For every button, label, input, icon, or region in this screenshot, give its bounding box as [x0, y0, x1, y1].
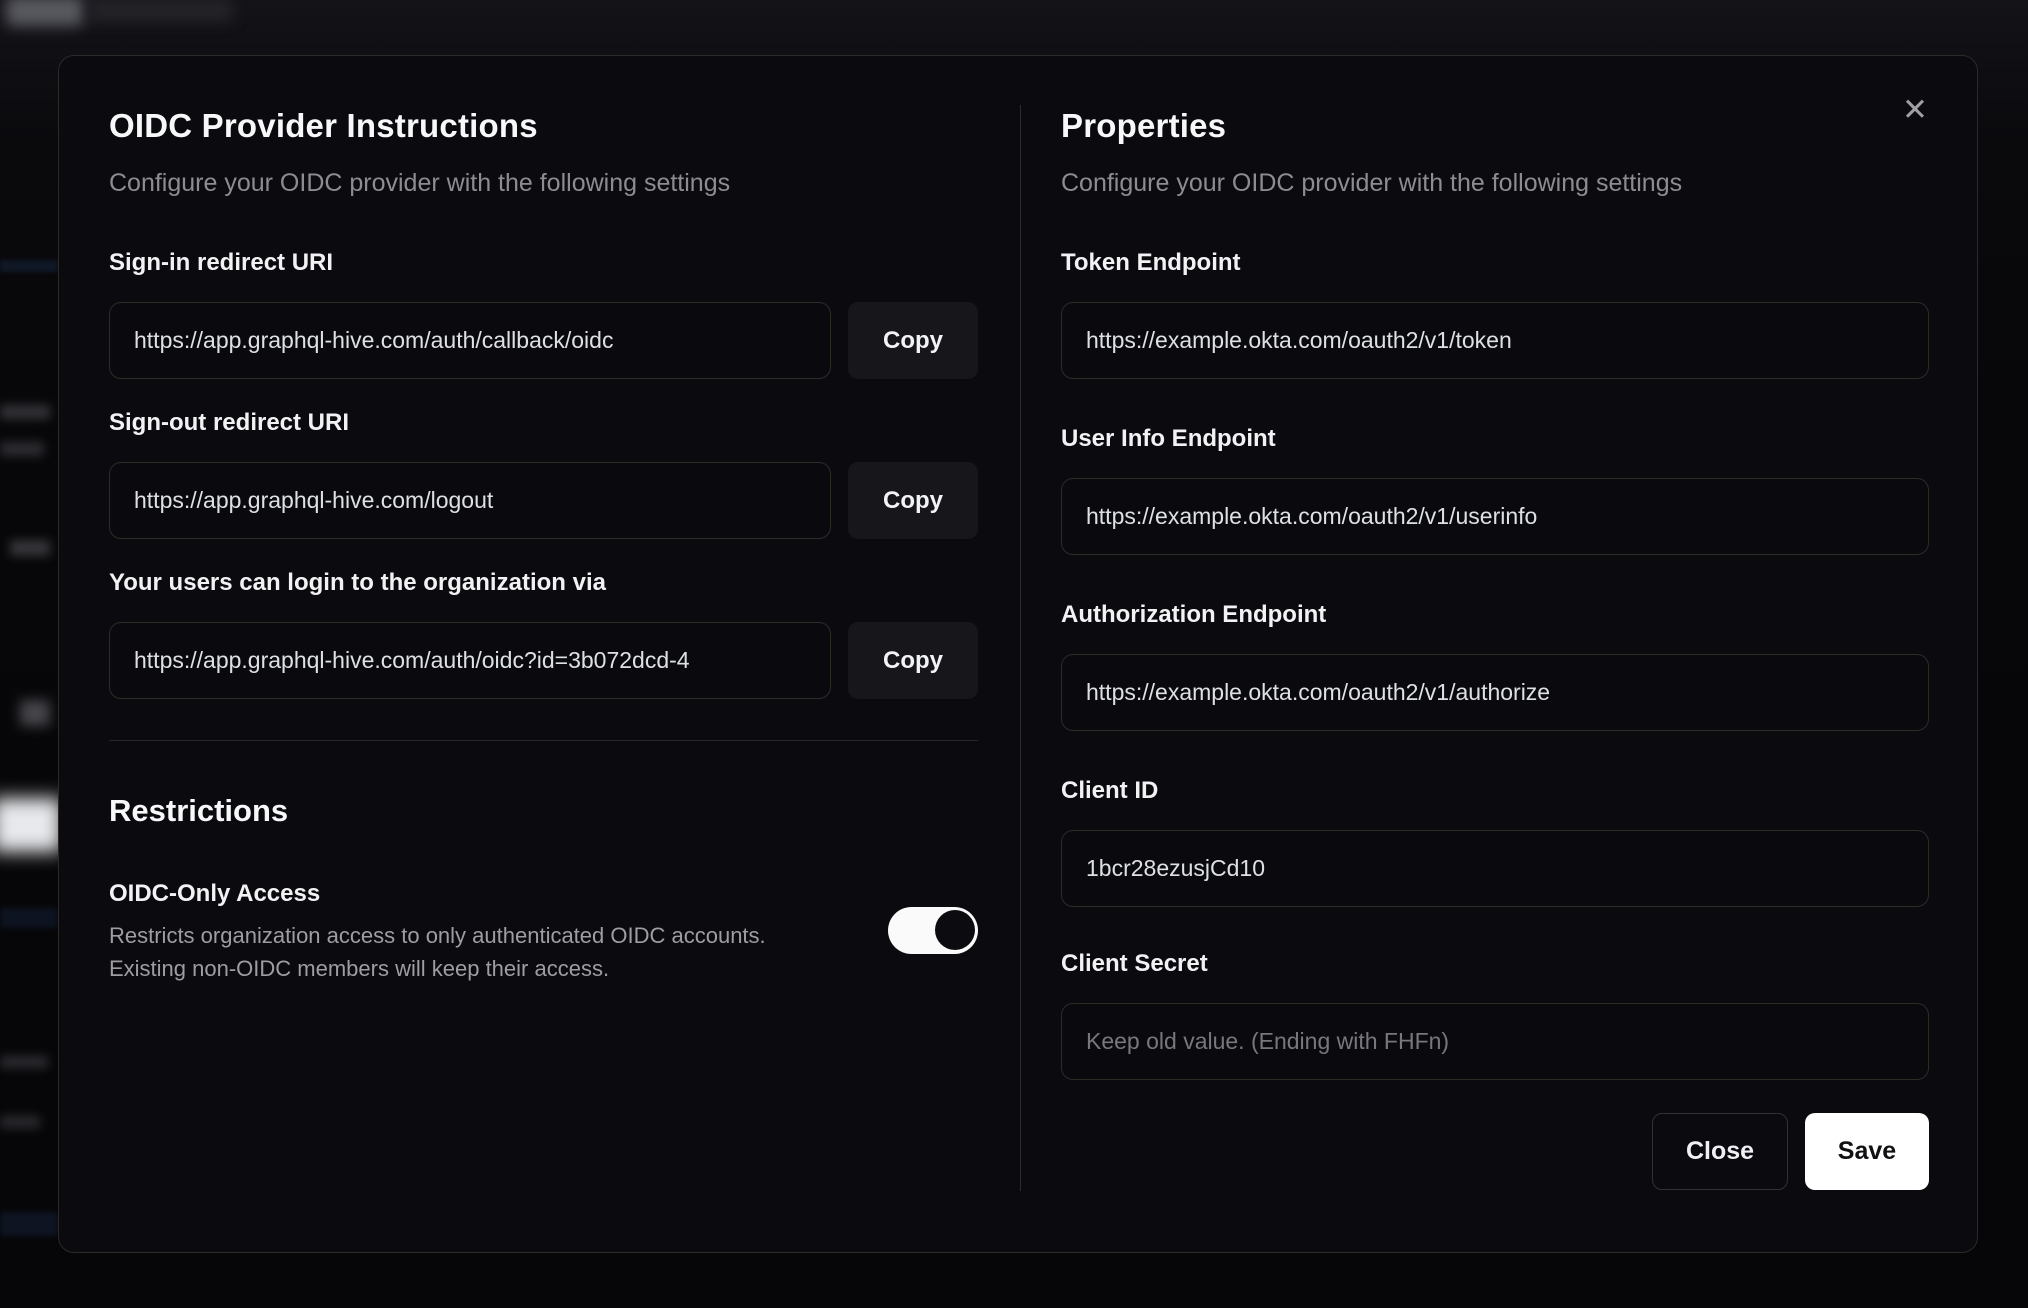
backdrop-blur-text — [10, 540, 50, 556]
oidc-only-access-label: OIDC-Only Access — [109, 880, 321, 907]
client-id-input[interactable] — [1061, 830, 1929, 907]
authorization-endpoint-input[interactable] — [1061, 654, 1929, 731]
instructions-subtitle: Configure your OIDC provider with the fo… — [109, 169, 731, 197]
token-endpoint-label: Token Endpoint — [1061, 249, 1241, 276]
restrictions-title: Restrictions — [109, 793, 289, 828]
backdrop-band — [0, 260, 58, 272]
copy-sign-out-redirect-button[interactable]: Copy — [848, 462, 978, 539]
copy-organization-login-button[interactable]: Copy — [848, 622, 978, 699]
oidc-only-access-description: Restricts organization access to only au… — [109, 923, 766, 981]
instructions-title: OIDC Provider Instructions — [109, 107, 538, 144]
properties-panel: Properties Configure your OIDC provider … — [1061, 105, 1929, 1191]
organization-login-label: Your users can login to the organization… — [109, 569, 606, 596]
sign-out-redirect-input[interactable] — [109, 462, 831, 539]
authorization-endpoint-label: Authorization Endpoint — [1061, 601, 1327, 628]
user-info-endpoint-input[interactable] — [1061, 478, 1929, 555]
backdrop-band — [0, 908, 58, 928]
client-secret-input[interactable] — [1061, 1003, 1929, 1080]
instructions-panel: OIDC Provider Instructions Configure you… — [109, 105, 978, 1191]
toggle-knob — [935, 910, 975, 950]
organization-login-input[interactable] — [109, 622, 831, 699]
client-secret-label: Client Secret — [1061, 950, 1208, 977]
backdrop-blur-text — [0, 405, 50, 419]
backdrop-blur-text — [0, 1056, 48, 1068]
oidc-settings-dialog: OIDC Provider Instructions Configure you… — [58, 55, 1978, 1253]
copy-sign-in-redirect-button[interactable]: Copy — [848, 302, 978, 379]
sign-in-redirect-label: Sign-in redirect URI — [109, 249, 334, 276]
token-endpoint-input[interactable] — [1061, 302, 1929, 379]
oidc-only-access-toggle[interactable] — [888, 907, 978, 954]
backdrop-blur-text — [0, 1116, 40, 1128]
save-button[interactable]: Save — [1805, 1113, 1929, 1190]
sign-out-redirect-label: Sign-out redirect URI — [109, 409, 350, 436]
sign-in-redirect-input[interactable] — [109, 302, 831, 379]
client-id-label: Client ID — [1061, 777, 1159, 804]
backdrop-blur-blob — [20, 700, 50, 726]
column-divider — [1020, 105, 1021, 1191]
close-button[interactable]: Close — [1652, 1113, 1788, 1190]
properties-title: Properties — [1061, 107, 1227, 144]
backdrop-blur-highlight — [0, 798, 62, 852]
user-info-endpoint-label: User Info Endpoint — [1061, 425, 1276, 452]
close-icon[interactable]: ✕ — [1897, 92, 1933, 128]
backdrop-blur-logo — [6, 0, 84, 26]
backdrop-blur-header — [88, 0, 233, 22]
backdrop-blur-text — [0, 442, 44, 456]
properties-subtitle: Configure your OIDC provider with the fo… — [1061, 169, 1683, 197]
backdrop-band — [0, 1212, 58, 1236]
section-divider — [109, 740, 978, 741]
